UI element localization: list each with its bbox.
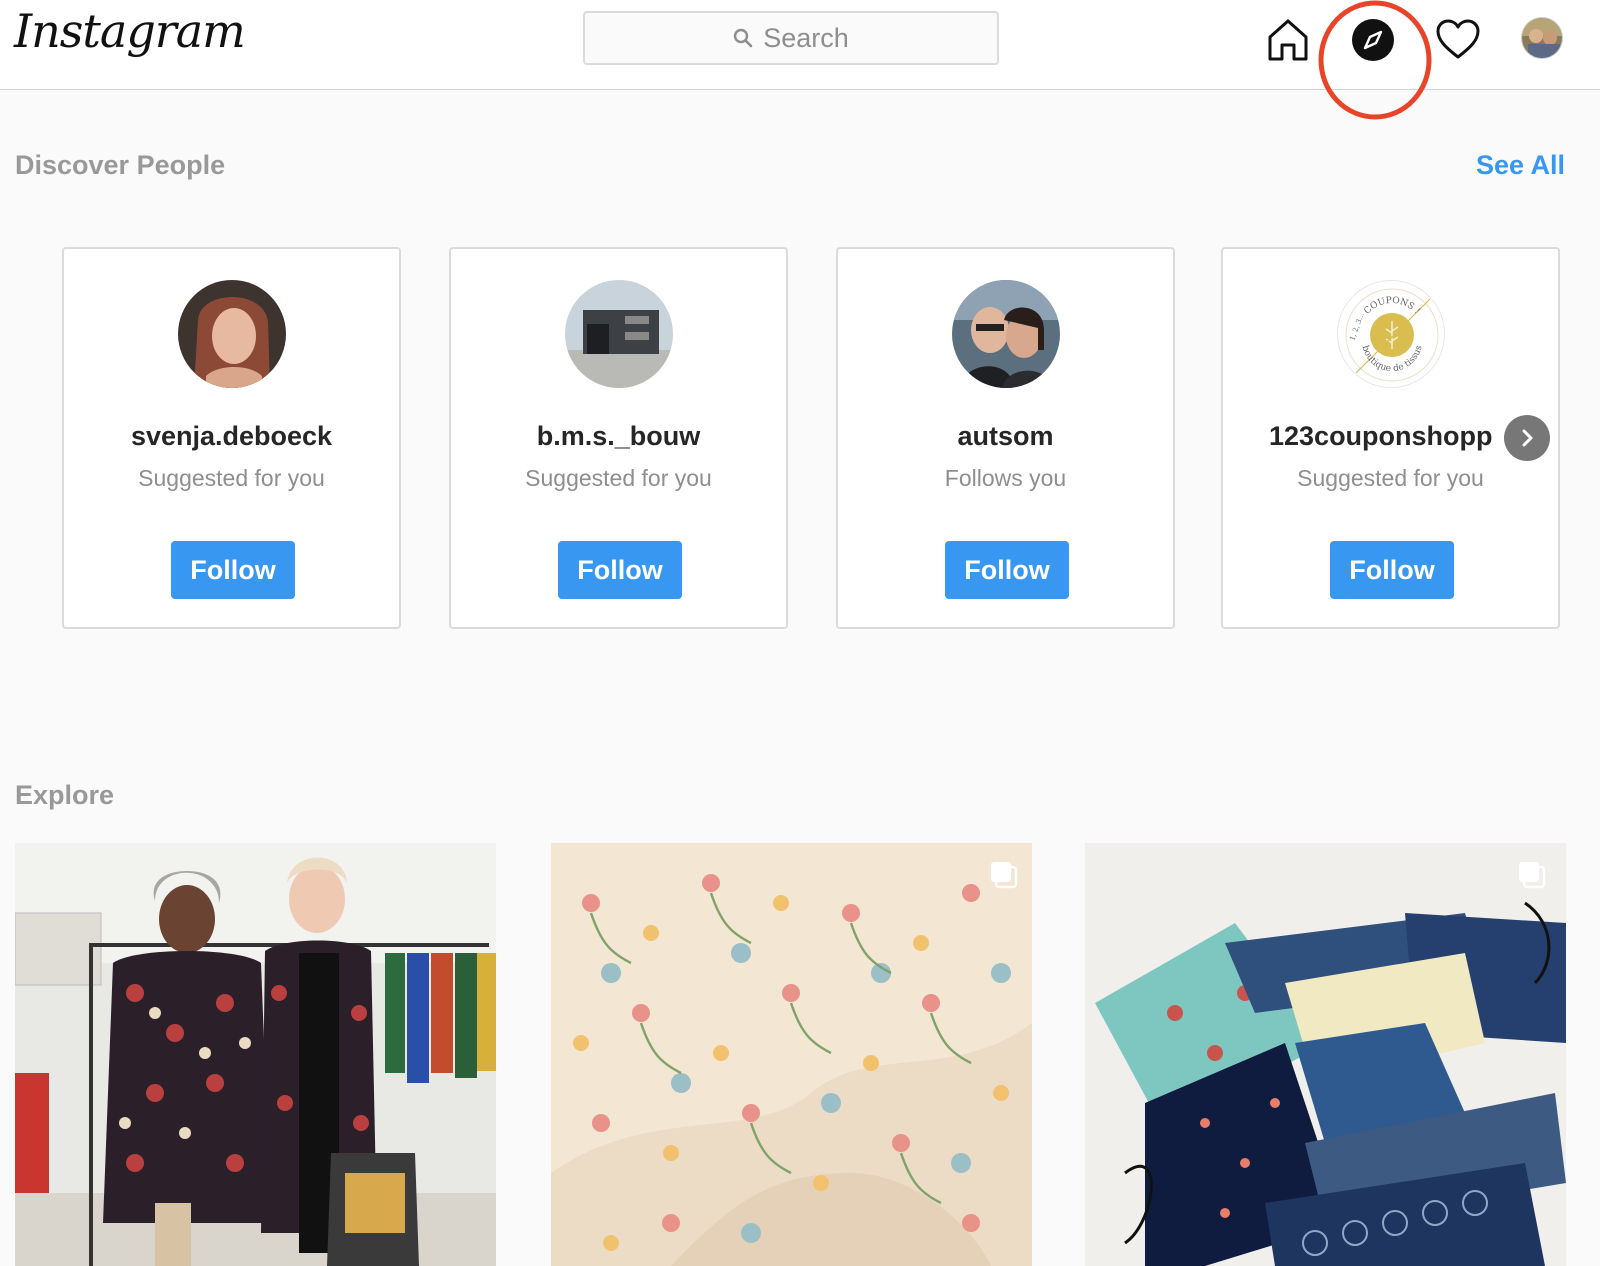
- user-avatar[interactable]: [565, 280, 673, 388]
- post-image: [1085, 843, 1566, 1266]
- multiple-images-icon: [991, 862, 1018, 889]
- activity-heart-icon[interactable]: [1434, 16, 1482, 64]
- multiple-images-icon: [1519, 862, 1546, 889]
- card-subtitle: Suggested for you: [525, 465, 712, 491]
- next-chevron-icon[interactable]: [1504, 415, 1550, 461]
- follow-button[interactable]: Follow: [171, 541, 295, 599]
- see-all-link[interactable]: See All: [1476, 150, 1565, 181]
- follow-button[interactable]: Follow: [945, 541, 1069, 599]
- user-avatar[interactable]: COUPONS ! boutique de tissus 1, 2, 3...: [1337, 280, 1445, 388]
- card-username[interactable]: svenja.deboeck: [64, 421, 399, 452]
- user-avatar[interactable]: [178, 280, 286, 388]
- user-avatar[interactable]: [952, 280, 1060, 388]
- follow-button[interactable]: Follow: [558, 541, 682, 599]
- card-username[interactable]: autsom: [838, 421, 1173, 452]
- card-subtitle: Suggested for you: [1297, 465, 1484, 491]
- search-placeholder: Search: [763, 22, 849, 53]
- card-username[interactable]: 123couponshopp: [1269, 421, 1493, 452]
- follow-button[interactable]: Follow: [1330, 541, 1454, 599]
- card-subtitle: Follows you: [944, 465, 1067, 491]
- home-icon[interactable]: [1264, 16, 1312, 64]
- instagram-logo[interactable]: Instagram: [14, 4, 246, 58]
- card-username[interactable]: b.m.s._bouw: [451, 421, 786, 452]
- post-image: [551, 843, 1032, 1266]
- discover-people-heading: Discover People: [15, 150, 226, 180]
- post-image: [15, 843, 496, 1266]
- explore-post-tile[interactable]: [551, 843, 1032, 1266]
- suggestion-card: autsom Follows you Follow: [836, 247, 1175, 629]
- suggestion-card: b.m.s._bouw Suggested for you Follow: [449, 247, 788, 629]
- annotation-circle: [1318, 0, 1432, 120]
- explore-post-tile[interactable]: [15, 843, 496, 1266]
- explore-heading: Explore: [15, 780, 115, 810]
- explore-post-tile[interactable]: [1085, 843, 1566, 1266]
- card-subtitle: Suggested for you: [138, 465, 325, 491]
- search-icon: [734, 28, 753, 48]
- search-input[interactable]: Search: [583, 11, 999, 65]
- profile-avatar[interactable]: [1521, 17, 1563, 59]
- suggestion-card: svenja.deboeck Suggested for you Follow: [62, 247, 401, 629]
